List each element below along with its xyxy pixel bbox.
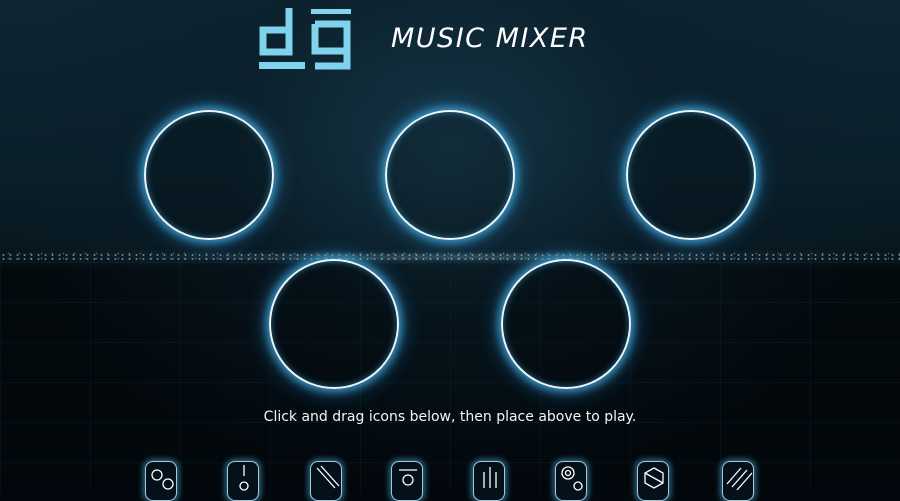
drop-pad-1[interactable] [144,110,274,240]
floor-grid [0,262,900,493]
circles-icon [151,469,174,490]
app-title: MUSIC MIXER [391,23,589,54]
hexagon-icon [644,467,664,489]
concentric-circles-icon [561,466,583,491]
sound-icon-button-3[interactable] [310,461,342,501]
instructions-text: Click and drag icons below, then place a… [263,409,637,425]
vertical-bars-icon [483,467,497,488]
sound-icon-button-8[interactable] [722,461,754,501]
diagonal-lines-icon [316,465,340,489]
sound-icon-button-1[interactable] [145,461,177,501]
sound-icon-button-7[interactable] [637,461,669,501]
dg-logo [259,6,355,72]
drop-pad-4[interactable] [269,259,399,389]
sound-icon-button-4[interactable] [391,461,423,501]
sound-icon-button-2[interactable] [227,461,259,501]
city-lights [0,252,900,262]
slashes-icon [726,467,753,491]
bar-circle-icon [399,469,417,486]
sound-icon-button-5[interactable] [473,461,505,501]
drop-pad-5[interactable] [501,259,631,389]
sound-icon-button-6[interactable] [555,461,587,501]
drop-pad-2[interactable] [385,110,515,240]
drop-pad-3[interactable] [626,110,756,240]
line-circle-icon [239,465,249,491]
